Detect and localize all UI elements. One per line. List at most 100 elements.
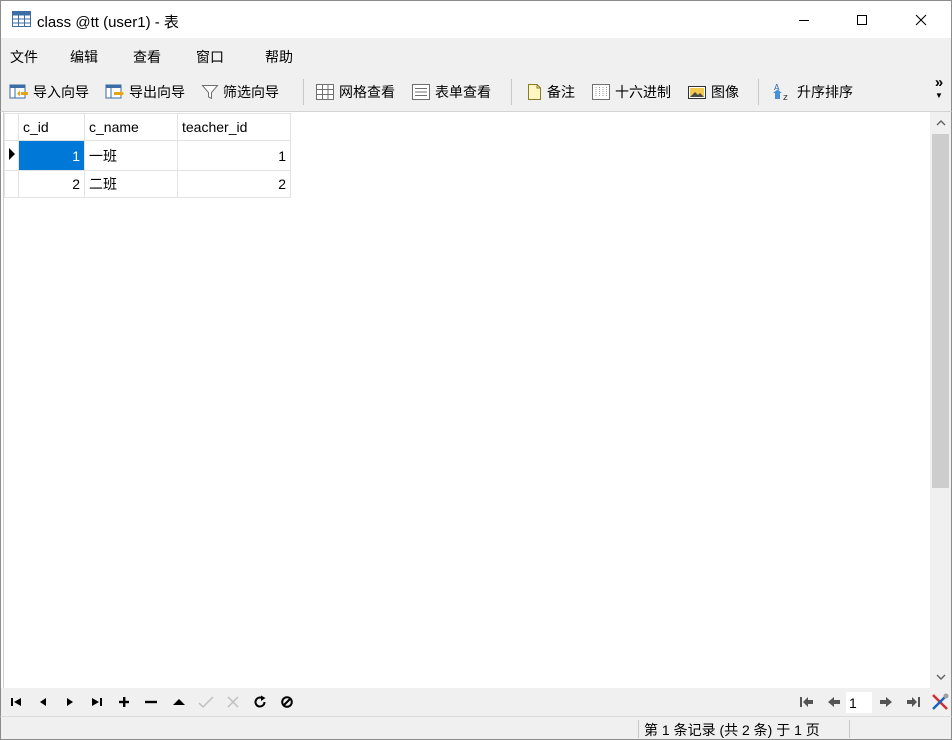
- sort-ascending-label: 升序排序: [797, 84, 853, 100]
- column-header-teacher-id[interactable]: teacher_id: [177, 113, 291, 141]
- menu-view[interactable]: 查看: [133, 47, 161, 67]
- status-separator: [638, 720, 639, 738]
- last-record-icon: [92, 698, 102, 706]
- first-page-icon: [800, 697, 813, 707]
- hex-button[interactable]: 十六进制: [591, 80, 671, 104]
- close-icon: [915, 14, 927, 26]
- scrollbar-thumb[interactable]: [932, 134, 949, 488]
- form-icon: [412, 84, 430, 100]
- vertical-scrollbar[interactable]: [930, 112, 951, 688]
- cell-c-name[interactable]: 一班: [84, 140, 178, 171]
- data-grid: c_id c_name teacher_id 1 一班 1 2 二班 2: [4, 113, 291, 198]
- row-indicator-header: [4, 113, 19, 141]
- menu-help[interactable]: 帮助: [265, 47, 293, 67]
- grid-icon: [316, 84, 334, 100]
- discard-changes-button: [225, 694, 241, 710]
- chevron-down-icon: [936, 674, 945, 680]
- sort-ascending-button[interactable]: A z 升序排序: [771, 80, 853, 104]
- image-label: 图像: [711, 84, 739, 100]
- overflow-dropdown-icon: ▼: [935, 91, 943, 100]
- first-page-button[interactable]: [799, 694, 815, 710]
- form-view-label: 表单查看: [435, 84, 491, 100]
- title-bar: class @tt (user1) - 表: [0, 0, 952, 38]
- filter-wizard-label: 筛选向导: [223, 84, 279, 100]
- toolbar-overflow-button[interactable]: » ▼: [931, 74, 947, 106]
- next-record-button[interactable]: [62, 694, 78, 710]
- grid-view-label: 网格查看: [339, 84, 395, 100]
- move-up-button[interactable]: [171, 694, 187, 710]
- image-button[interactable]: 图像: [687, 80, 739, 104]
- cell-teacher-id[interactable]: 1: [177, 140, 291, 171]
- next-page-icon: [880, 697, 892, 707]
- window-title: class @tt (user1) - 表: [37, 14, 179, 31]
- memo-icon: [528, 84, 541, 100]
- cross-icon: [227, 696, 239, 708]
- previous-page-icon: [828, 697, 840, 707]
- current-row-arrow-icon: [9, 148, 15, 160]
- cell-c-id[interactable]: 2: [18, 170, 85, 198]
- filter-wizard-button[interactable]: 筛选向导: [201, 80, 279, 104]
- next-record-icon: [67, 698, 73, 706]
- grid-view-button[interactable]: 网格查看: [315, 80, 395, 104]
- menu-edit[interactable]: 编辑: [70, 47, 98, 67]
- import-wizard-label: 导入向导: [33, 84, 89, 100]
- toolbar: 导入向导 导出向导 筛选向导 网格查看 表单查看 备注 十六进制 图像 A z …: [0, 72, 952, 112]
- table-row[interactable]: 2 二班 2: [4, 170, 291, 198]
- cell-teacher-id[interactable]: 2: [177, 170, 291, 198]
- column-header-c-id[interactable]: c_id: [18, 113, 85, 141]
- memo-button[interactable]: 备注: [525, 80, 575, 104]
- status-separator: [849, 720, 850, 738]
- plus-icon: [119, 697, 129, 707]
- tools-icon: [932, 693, 949, 710]
- toolbar-separator: [303, 79, 304, 105]
- row-indicator: [4, 170, 19, 198]
- form-view-button[interactable]: 表单查看: [411, 80, 491, 104]
- grid-header-row: c_id c_name teacher_id: [4, 113, 291, 141]
- settings-button[interactable]: [930, 691, 950, 713]
- page-number-input[interactable]: 1: [846, 692, 872, 713]
- cell-c-id[interactable]: 1: [18, 140, 85, 171]
- previous-page-button[interactable]: [826, 694, 842, 710]
- last-page-icon: [907, 697, 920, 707]
- add-record-button[interactable]: [116, 694, 132, 710]
- apply-changes-button: [198, 694, 214, 710]
- image-icon: [688, 86, 706, 99]
- refresh-button[interactable]: [252, 694, 268, 710]
- first-record-button[interactable]: [8, 694, 24, 710]
- memo-label: 备注: [547, 84, 575, 100]
- menu-window[interactable]: 窗口: [196, 47, 224, 67]
- close-button[interactable]: [898, 1, 944, 39]
- first-record-icon: [11, 698, 21, 706]
- last-page-button[interactable]: [905, 694, 921, 710]
- table-row[interactable]: 1 一班 1: [4, 140, 291, 171]
- import-wizard-button[interactable]: 导入向导: [9, 80, 89, 104]
- export-wizard-button[interactable]: 导出向导: [105, 80, 185, 104]
- status-bar: 第 1 条记录 (共 2 条) 于 1 页: [0, 716, 952, 740]
- minimize-button[interactable]: [781, 1, 827, 39]
- triangle-up-icon: [173, 699, 185, 705]
- scroll-up-button[interactable]: [930, 112, 951, 134]
- previous-record-button[interactable]: [35, 694, 51, 710]
- maximize-button[interactable]: [839, 1, 885, 39]
- stop-button[interactable]: [279, 694, 295, 710]
- scroll-down-button[interactable]: [930, 666, 951, 688]
- overflow-chevron-icon: »: [934, 74, 944, 91]
- chevron-up-icon: [936, 120, 945, 126]
- export-icon: [105, 84, 124, 99]
- menu-file[interactable]: 文件: [10, 47, 38, 67]
- previous-record-icon: [40, 698, 46, 706]
- minus-icon: [145, 700, 157, 704]
- maximize-icon: [857, 15, 867, 25]
- cell-c-name[interactable]: 二班: [84, 170, 178, 198]
- delete-record-button[interactable]: [143, 694, 159, 710]
- svg-text:z: z: [783, 93, 788, 102]
- column-header-c-name[interactable]: c_name: [84, 113, 178, 141]
- last-record-button[interactable]: [89, 694, 105, 710]
- filter-icon: [201, 85, 219, 100]
- stop-icon: [281, 696, 293, 708]
- toolbar-separator: [758, 79, 759, 105]
- checkmark-icon: [198, 696, 214, 709]
- next-page-button[interactable]: [878, 694, 894, 710]
- hex-icon: [592, 84, 610, 100]
- data-grid-area: c_id c_name teacher_id 1 一班 1 2 二班 2: [0, 112, 952, 688]
